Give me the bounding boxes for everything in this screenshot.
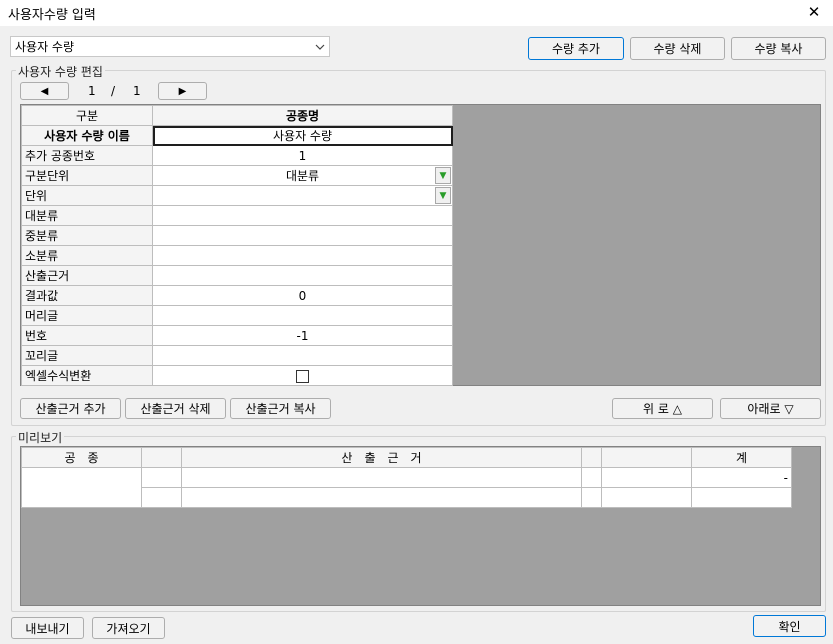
table-row: 사용자 수량 이름 사용자 수량 (21, 125, 453, 146)
preview-cell (141, 487, 182, 508)
row-label: 단위 (21, 185, 153, 206)
preview-cell (581, 467, 602, 488)
ok-button[interactable]: 확인 (753, 615, 826, 637)
property-grid: 구분 공종명 사용자 수량 이름 사용자 수량 추가 공종번호 1 구분단위 대… (20, 104, 821, 386)
prev-page-button[interactable]: ◀ (20, 82, 69, 100)
page-current: 1 (88, 84, 96, 98)
page-total: 1 (133, 84, 141, 98)
preview-cell (141, 467, 182, 488)
preview-grid: 공 종 산 출 근 거 계 - (20, 446, 821, 606)
edit-group-label: 사용자 수량 편집 (16, 63, 105, 80)
window-title: 사용자수량 입력 (8, 8, 96, 23)
preview-cell (581, 487, 602, 508)
table-row: 산출근거 (21, 265, 453, 286)
table-row: 대분류 (21, 205, 453, 226)
excel-formula-checkbox[interactable] (296, 369, 309, 383)
copy-basis-button[interactable]: 산출근거 복사 (230, 398, 331, 419)
table-row: 단위 ▼ (21, 185, 453, 206)
close-icon[interactable]: ✕ (801, 0, 827, 24)
page-separator: / (111, 84, 116, 98)
unit-cell[interactable]: ▼ (152, 185, 453, 206)
triangle-left-icon: ◀ (40, 85, 49, 97)
qty-select-value: 사용자 수량 (15, 40, 75, 54)
row-label: 결과값 (21, 285, 153, 306)
row-label: 대분류 (21, 205, 153, 226)
row-label: 꼬리글 (21, 345, 153, 366)
row-label: 머리글 (21, 305, 153, 326)
import-button[interactable]: 가져오기 (92, 617, 165, 639)
dropdown-arrow-icon[interactable]: ▼ (435, 167, 451, 184)
copy-qty-button[interactable]: 수량 복사 (731, 37, 826, 60)
preview-cell (691, 487, 792, 508)
table-row: 꼬리글 (21, 345, 453, 366)
chevron-down-icon (315, 37, 325, 56)
calc-basis-cell[interactable] (152, 265, 453, 286)
row-label: 사용자 수량 이름 (21, 125, 153, 146)
export-button[interactable]: 내보내기 (11, 617, 84, 639)
preview-header-row: 공 종 산 출 근 거 계 (21, 447, 792, 468)
add-basis-button[interactable]: 산출근거 추가 (20, 398, 121, 419)
row-label: 중분류 (21, 225, 153, 246)
table-row: 결과값 0 (21, 285, 453, 306)
delete-qty-button[interactable]: 수량 삭제 (630, 37, 725, 60)
minor-category-cell[interactable] (152, 245, 453, 266)
triangle-right-icon: ▶ (178, 85, 187, 97)
preview-cell (21, 467, 142, 508)
footer-text-cell[interactable] (152, 345, 453, 366)
row-label: 구분단위 (21, 165, 153, 186)
table-row: 구분단위 대분류 ▼ (21, 165, 453, 186)
preview-header-work: 공 종 (21, 447, 142, 468)
row-label: 산출근거 (21, 265, 153, 286)
property-header-row: 구분 공종명 (21, 105, 453, 126)
preview-header-blank (601, 447, 692, 468)
table-row: 머리글 (21, 305, 453, 326)
middle-category-cell[interactable] (152, 225, 453, 246)
preview-total-cell: - (691, 467, 792, 488)
preview-table: 공 종 산 출 근 거 계 - (21, 447, 792, 508)
move-up-button[interactable]: 위 로 △ (612, 398, 713, 419)
preview-header-total: 계 (691, 447, 792, 468)
major-category-cell[interactable] (152, 205, 453, 226)
user-qty-name-cell[interactable]: 사용자 수량 (152, 125, 453, 146)
table-row: 소분류 (21, 245, 453, 266)
excel-formula-cell (152, 365, 453, 386)
move-down-button[interactable]: 아래로 ▽ (720, 398, 821, 419)
preview-header-blank (141, 447, 182, 468)
header-work-name: 공종명 (152, 105, 453, 126)
preview-header-basis: 산 출 근 거 (181, 447, 582, 468)
result-value-cell[interactable]: 0 (152, 285, 453, 306)
header-category: 구분 (21, 105, 153, 126)
preview-cell (601, 467, 692, 488)
unit-division-cell[interactable]: 대분류 ▼ (152, 165, 453, 186)
table-row: 번호 -1 (21, 325, 453, 346)
preview-cell (181, 467, 582, 488)
property-table: 구분 공종명 사용자 수량 이름 사용자 수량 추가 공종번호 1 구분단위 대… (21, 105, 453, 386)
extra-work-number-cell[interactable]: 1 (152, 145, 453, 166)
table-row: 엑셀수식변환 (21, 365, 453, 386)
header-text-cell[interactable] (152, 305, 453, 326)
title-bar: 사용자수량 입력 ✕ (0, 0, 833, 26)
row-label: 소분류 (21, 245, 153, 266)
row-label: 추가 공종번호 (21, 145, 153, 166)
preview-cell (601, 487, 692, 508)
add-qty-button[interactable]: 수량 추가 (528, 37, 624, 60)
next-page-button[interactable]: ▶ (158, 82, 207, 100)
preview-cell (181, 487, 582, 508)
row-label: 번호 (21, 325, 153, 346)
table-row: 추가 공종번호 1 (21, 145, 453, 166)
dropdown-arrow-icon[interactable]: ▼ (435, 187, 451, 204)
qty-select[interactable]: 사용자 수량 (10, 36, 330, 57)
preview-group-label: 미리보기 (16, 429, 65, 446)
number-cell[interactable]: -1 (152, 325, 453, 346)
delete-basis-button[interactable]: 산출근거 삭제 (125, 398, 226, 419)
table-row: - (21, 467, 792, 508)
table-row: 중분류 (21, 225, 453, 246)
unit-division-value: 대분류 (285, 169, 320, 183)
preview-header-blank (581, 447, 602, 468)
row-label: 엑셀수식변환 (21, 365, 153, 386)
